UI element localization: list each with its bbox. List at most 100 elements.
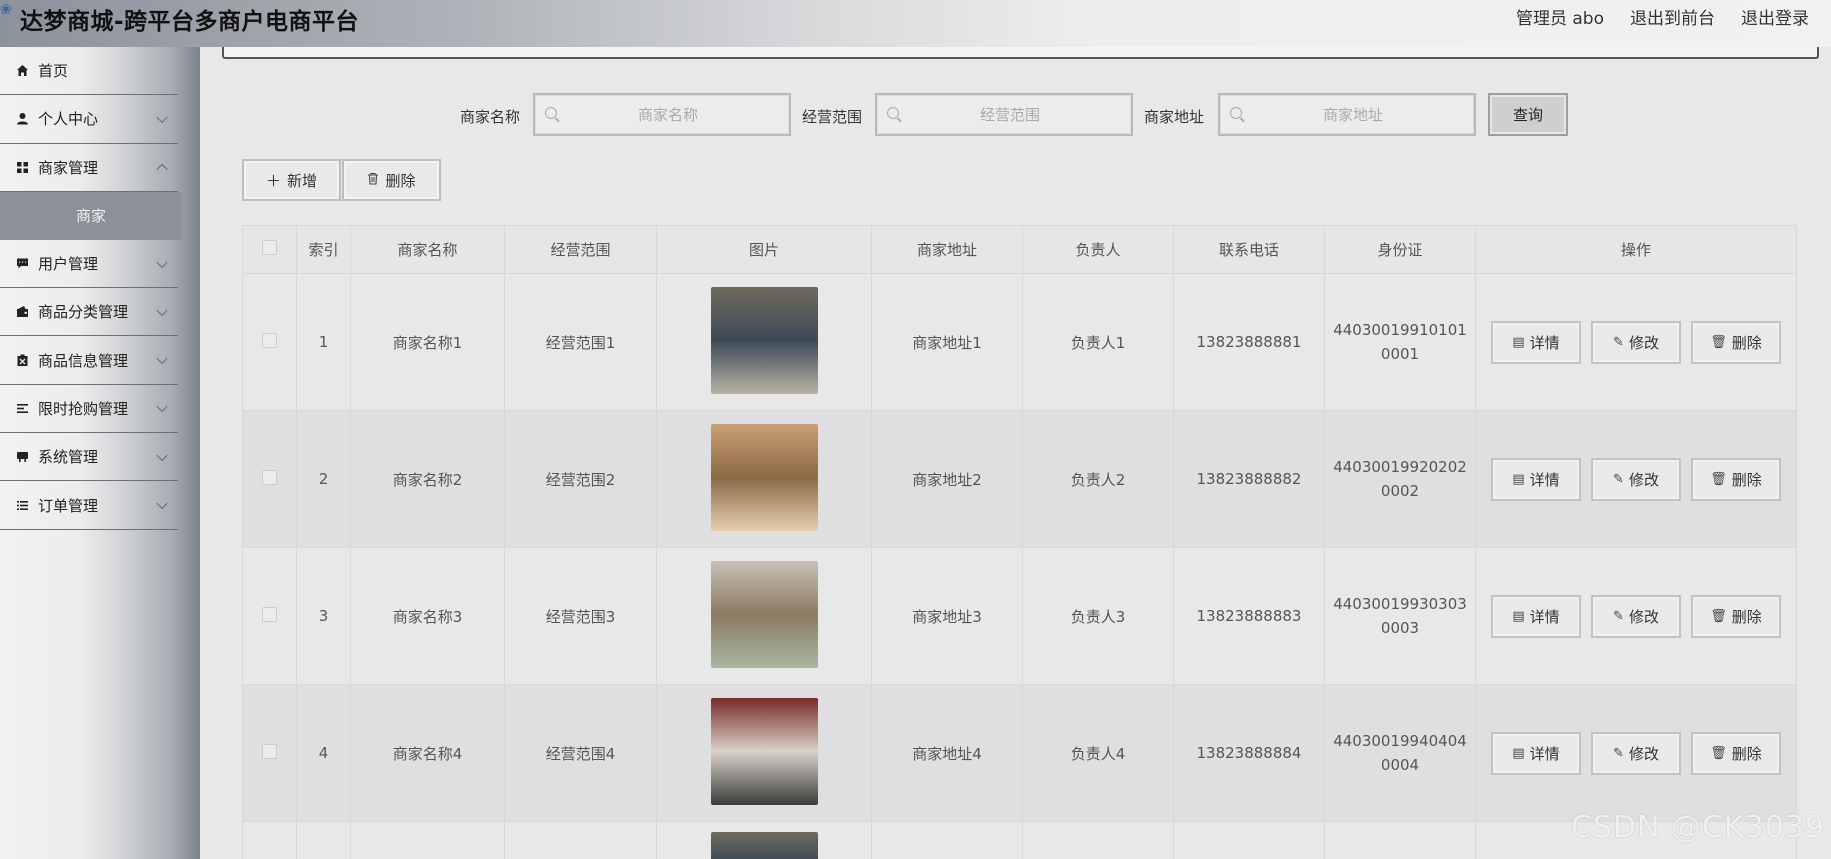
- row-select-cell[interactable]: [242, 410, 297, 548]
- merchant-address-field[interactable]: [1218, 93, 1476, 136]
- merchant-image: [710, 286, 818, 394]
- id-card-cell: 44030019930303 0003: [1324, 547, 1476, 685]
- table-row: [242, 821, 1797, 859]
- row-checkbox[interactable]: [262, 606, 277, 622]
- index-cell: 3: [296, 547, 351, 685]
- sidebar-item-product-management[interactable]: 商品信息管理: [0, 336, 178, 385]
- sidebar-item-home[interactable]: 首页: [0, 47, 178, 96]
- row-select-cell[interactable]: [242, 273, 297, 411]
- merchant-address-cell: 商家地址3: [871, 547, 1023, 685]
- breadcrumb-bar: [222, 47, 1819, 59]
- detail-button[interactable]: ▤ 详情: [1491, 457, 1581, 501]
- edit-button[interactable]: ✎ 修改: [1591, 457, 1681, 501]
- id-card-line1: 44030019910101: [1333, 321, 1467, 339]
- trash-icon: [367, 171, 379, 189]
- chevron-down-icon: [156, 256, 168, 268]
- edit-button[interactable]: ✎ 修改: [1591, 320, 1681, 364]
- row-select-cell[interactable]: [242, 547, 297, 685]
- watermark: CSDN @CK3039: [1570, 810, 1825, 845]
- id-card-cell: 44030019910101 0001: [1324, 273, 1476, 411]
- sidebar-item-category-management[interactable]: 商品分类管理: [0, 288, 178, 337]
- row-checkbox[interactable]: [262, 332, 277, 348]
- id-card-line1: 44030019930303: [1333, 595, 1467, 613]
- sidebar-item-flash-sale-management[interactable]: 限时抢购管理: [0, 385, 178, 434]
- merchant-image: [710, 560, 818, 668]
- delete-button[interactable]: 🗑 删除: [1691, 731, 1781, 775]
- image-cell: [656, 821, 872, 859]
- main-content: 商家名称 经营范围 商家地址 查询 ＋ 新增 删除 索引 商家名称: [200, 47, 1831, 859]
- sidebar-item-label: 限时抢购管理: [38, 399, 129, 418]
- row-checkbox[interactable]: [262, 743, 277, 759]
- column-header: 图片: [656, 225, 872, 274]
- admin-username: 管理员 abo: [1515, 9, 1604, 29]
- merchant-address-input[interactable]: [1220, 95, 1474, 134]
- detail-label: 详情: [1529, 744, 1560, 763]
- merchant-address-label: 商家地址: [1144, 108, 1205, 126]
- id-card-line2: 0002: [1380, 482, 1420, 500]
- merchant-name-cell: 商家名称1: [350, 273, 505, 411]
- business-scope-cell: 经营范围2: [504, 410, 657, 548]
- business-scope-input[interactable]: [877, 95, 1131, 134]
- merchant-image: [710, 423, 818, 531]
- sidebar-item-user-management[interactable]: 用户管理: [0, 240, 178, 289]
- select-all-checkbox[interactable]: [262, 240, 277, 255]
- delete-button[interactable]: 🗑 删除: [1691, 594, 1781, 638]
- batch-delete-button[interactable]: 删除: [342, 159, 441, 201]
- edit-label: 修改: [1628, 333, 1659, 352]
- business-scope-cell: 经营范围4: [504, 684, 657, 822]
- sidebar-item-system-management[interactable]: 系统管理: [0, 433, 178, 482]
- column-header: 身份证: [1324, 225, 1476, 274]
- delete-button[interactable]: 🗑 删除: [1691, 457, 1781, 501]
- order-list-icon: [14, 497, 30, 513]
- merchant-name-field[interactable]: [533, 93, 791, 136]
- detail-button[interactable]: ▤ 详情: [1491, 594, 1581, 638]
- detail-button[interactable]: ▤ 详情: [1491, 320, 1581, 364]
- select-all-cell[interactable]: [242, 225, 297, 274]
- row-select-cell[interactable]: [242, 684, 297, 822]
- printer-icon: [14, 449, 30, 465]
- detail-button[interactable]: ▤ 详情: [1491, 731, 1581, 775]
- query-button[interactable]: 查询: [1488, 93, 1568, 136]
- sidebar: 首页 个人中心 商家管理 商家 用户管理 商品分类管理 商品信息管理 限时抢购管…: [0, 47, 200, 859]
- business-scope-field[interactable]: [875, 93, 1133, 136]
- chevron-down-icon: [156, 304, 168, 316]
- sidebar-item-personal-center[interactable]: 个人中心: [0, 95, 178, 144]
- pencil-icon: ✎: [1613, 334, 1624, 350]
- sidebar-item-merchant-management[interactable]: 商家管理: [0, 144, 178, 192]
- phone-cell: 13823888881: [1173, 273, 1325, 411]
- exit-to-frontend-link[interactable]: 退出到前台: [1630, 4, 1715, 29]
- pencil-icon: ✎: [1613, 608, 1624, 624]
- detail-label: 详情: [1529, 333, 1560, 352]
- delete-button[interactable]: 🗑 删除: [1691, 320, 1781, 364]
- sidebar-item-label: 商品信息管理: [38, 351, 129, 370]
- sidebar-subitem-merchant[interactable]: 商家: [0, 191, 182, 240]
- merchant-image: [710, 697, 818, 805]
- edit-button[interactable]: ✎ 修改: [1591, 731, 1681, 775]
- logout-link[interactable]: 退出登录: [1741, 4, 1809, 29]
- business-scope-cell: 经营范围1: [504, 273, 657, 411]
- trash-icon: 🗑: [1710, 745, 1727, 761]
- phone-cell: 13823888882: [1173, 410, 1325, 548]
- chat-icon: [14, 256, 30, 272]
- column-header: 商家名称: [350, 225, 505, 274]
- table-row: 3 商家名称3 经营范围3 商家地址3 负责人3 13823888883 440…: [242, 547, 1797, 685]
- edit-label: 修改: [1628, 470, 1659, 489]
- home-icon: [14, 63, 30, 79]
- chevron-down-icon: [156, 111, 168, 123]
- operations-cell: ▤ 详情 ✎ 修改 🗑 删除: [1475, 684, 1797, 822]
- merchant-address-cell: 商家地址4: [871, 684, 1023, 822]
- phone-cell: 13823888884: [1173, 684, 1325, 822]
- row-checkbox[interactable]: [262, 469, 277, 485]
- merchant-name-label: 商家名称: [460, 108, 521, 126]
- id-card-line1: 44030019940404: [1333, 732, 1467, 750]
- sidebar-item-order-management[interactable]: 订单管理: [0, 481, 178, 530]
- sidebar-item-label: 个人中心: [38, 110, 99, 129]
- edit-button[interactable]: ✎ 修改: [1591, 594, 1681, 638]
- merchant-name-input[interactable]: [535, 95, 789, 134]
- column-header: 索引: [296, 225, 351, 274]
- manager-cell: 负责人4: [1022, 684, 1174, 822]
- grid-icon: [14, 159, 30, 175]
- add-button[interactable]: ＋ 新增: [242, 159, 341, 201]
- table-row: 1 商家名称1 经营范围1 商家地址1 负责人1 13823888881 440…: [242, 273, 1797, 411]
- trash-icon: 🗑: [1710, 471, 1727, 487]
